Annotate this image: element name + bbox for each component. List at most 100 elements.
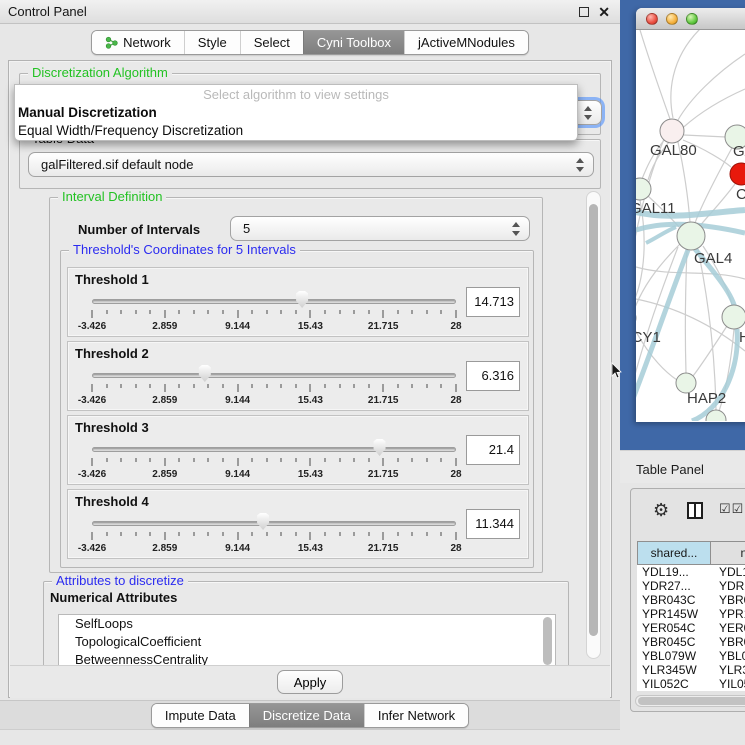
attribute-list-item[interactable]: BetweennessCentrality xyxy=(59,651,555,665)
node-label: GA xyxy=(733,143,745,160)
tab-impute-data[interactable]: Impute Data xyxy=(152,704,249,727)
tab-discretize-data[interactable]: Discretize Data xyxy=(249,704,364,727)
table-row[interactable]: YER054C YER054C xyxy=(637,621,745,635)
threshold-value-field[interactable]: 21.4 xyxy=(466,435,520,465)
close-window-icon[interactable] xyxy=(646,13,658,25)
threshold-slider[interactable]: -3.4262.8599.14415.4321.71528 xyxy=(92,364,456,408)
network-node-gal80[interactable] xyxy=(660,119,684,143)
tick-label: 2.859 xyxy=(152,321,177,332)
cell-name[interactable]: YBR043C xyxy=(711,593,745,607)
table-row[interactable]: YDL19... YDL19... xyxy=(637,565,745,579)
vertical-scrollbar[interactable] xyxy=(586,191,601,659)
threshold-value-field[interactable]: 6.316 xyxy=(466,361,520,391)
threshold-slider[interactable]: -3.4262.8599.14415.4321.71528 xyxy=(92,438,456,482)
cell-shared-name[interactable]: YER054C xyxy=(637,621,711,635)
cell-shared-name[interactable]: YDL19... xyxy=(637,565,711,579)
scrollbar-thumb[interactable] xyxy=(589,204,598,636)
slider-tick-labels: -3.4262.8599.14415.4321.71528 xyxy=(92,543,456,555)
cell-shared-name[interactable]: YBL079W xyxy=(637,649,711,663)
scrollbar-thumb[interactable] xyxy=(638,697,745,705)
cell-shared-name[interactable]: YBR043C xyxy=(637,593,711,607)
column-header-shared-name[interactable]: shared... xyxy=(637,541,711,565)
network-node-h[interactable] xyxy=(722,305,745,329)
tick-mark xyxy=(310,532,311,540)
apply-button[interactable]: Apply xyxy=(277,670,343,694)
tab-network[interactable]: Network xyxy=(92,31,184,54)
tab-jactivemnodules[interactable]: jActiveMNodules xyxy=(404,31,528,54)
cell-name[interactable]: YPR145W xyxy=(711,607,745,621)
tick-mark xyxy=(121,458,122,462)
threshold-slider[interactable]: -3.4262.8599.14415.4321.71528 xyxy=(92,512,456,556)
tick-mark xyxy=(456,310,457,318)
cell-shared-name[interactable]: YIL052C xyxy=(637,677,711,691)
attribute-list-item[interactable]: TopologicalCoefficient xyxy=(59,633,555,651)
cell-shared-name[interactable]: YLR345W xyxy=(637,663,711,677)
slider-track[interactable] xyxy=(92,447,456,452)
table-row[interactable]: YBL079W YBL079W xyxy=(637,649,745,663)
cell-shared-name[interactable]: YBR045C xyxy=(637,635,711,649)
tab-infer-network[interactable]: Infer Network xyxy=(364,704,468,727)
gear-icon[interactable]: ⚙ xyxy=(653,500,669,521)
slider-thumb[interactable] xyxy=(372,439,387,456)
tick-mark xyxy=(179,458,180,462)
tick-mark xyxy=(223,384,224,388)
table-row[interactable]: YDR27... YDR27... xyxy=(637,579,745,593)
network-canvas[interactable]: GAL80GACGAL11GAL4GCY1HHAP2 xyxy=(636,30,745,421)
slider-ticks xyxy=(92,458,456,468)
list-scrollbar[interactable] xyxy=(543,617,552,665)
float-panel-icon[interactable] xyxy=(579,7,589,17)
slider-thumb[interactable] xyxy=(256,513,271,530)
slider-thumb[interactable] xyxy=(295,291,310,308)
cell-name[interactable]: YBL079W xyxy=(711,649,745,663)
cell-name[interactable]: YER054C xyxy=(711,621,745,635)
cell-name[interactable]: YDL19... xyxy=(711,565,745,579)
number-of-intervals-combobox[interactable]: 5 xyxy=(230,216,530,241)
select-columns-icon[interactable]: ☑☑ xyxy=(719,501,744,517)
table-row[interactable]: YBR045C YBR045C xyxy=(637,635,745,649)
threshold-value-field[interactable]: 11.344 xyxy=(466,509,520,539)
tab-select[interactable]: Select xyxy=(240,31,303,54)
table-row[interactable]: YPR145W YPR145W xyxy=(637,607,745,621)
slider-track[interactable] xyxy=(92,373,456,378)
close-panel-icon[interactable]: ✕ xyxy=(598,7,610,17)
table-data-combobox[interactable]: galFiltered.sif default node xyxy=(28,152,594,177)
table-panel-header: Table Panel xyxy=(620,450,745,483)
cell-name[interactable]: YBR045C xyxy=(711,635,745,649)
table-row[interactable]: YLR345W YLR345W xyxy=(637,663,745,677)
horizontal-scrollbar[interactable] xyxy=(635,695,745,707)
numerical-attributes-list[interactable]: SelfLoopsTopologicalCoefficientBetweenne… xyxy=(58,614,556,665)
slider-thumb[interactable] xyxy=(197,365,212,382)
tab-label: Infer Network xyxy=(378,708,455,723)
cell-shared-name[interactable]: YDR27... xyxy=(637,579,711,593)
zoom-window-icon[interactable] xyxy=(686,13,698,25)
popup-item-equal-width-frequency[interactable]: Equal Width/Frequency Discretization xyxy=(15,122,577,140)
network-node-gal4[interactable] xyxy=(677,222,705,250)
network-view-window[interactable]: GAL80GACGAL11GAL4GCY1HHAP2 xyxy=(636,8,745,422)
cell-name[interactable]: YDR27... xyxy=(711,579,745,593)
network-node-c[interactable] xyxy=(730,163,745,185)
tick-label: 28 xyxy=(450,395,461,406)
tab-style[interactable]: Style xyxy=(184,31,240,54)
threshold-value-field[interactable]: 14.713 xyxy=(466,287,520,317)
cell-name[interactable]: YLR345W xyxy=(711,663,745,677)
cell-name[interactable]: YIL052C xyxy=(711,677,745,691)
combo-arrows-icon xyxy=(584,106,592,120)
control-panel: Control Panel ✕ Network Style Sel xyxy=(0,0,620,745)
table-row[interactable]: YBR043C YBR043C xyxy=(637,593,745,607)
tick-mark xyxy=(252,458,253,462)
threshold-slider[interactable]: -3.4262.8599.14415.4321.71528 xyxy=(92,290,456,334)
tick-mark xyxy=(383,532,384,540)
tick-mark xyxy=(223,310,224,314)
popup-item-manual-discretization[interactable]: Manual Discretization xyxy=(15,104,577,122)
slider-track[interactable] xyxy=(92,299,456,304)
attribute-list-item[interactable]: SelfLoops xyxy=(59,615,555,633)
columns-icon[interactable] xyxy=(687,502,703,519)
tab-label: Select xyxy=(254,35,290,50)
cell-shared-name[interactable]: YPR145W xyxy=(637,607,711,621)
slider-track[interactable] xyxy=(92,521,456,526)
minimize-window-icon[interactable] xyxy=(666,13,678,25)
column-header-name[interactable]: name xyxy=(711,541,745,565)
network-window-titlebar[interactable] xyxy=(636,8,745,30)
table-row[interactable]: YIL052C YIL052C xyxy=(637,677,745,691)
tab-cyni-toolbox[interactable]: Cyni Toolbox xyxy=(303,31,404,54)
